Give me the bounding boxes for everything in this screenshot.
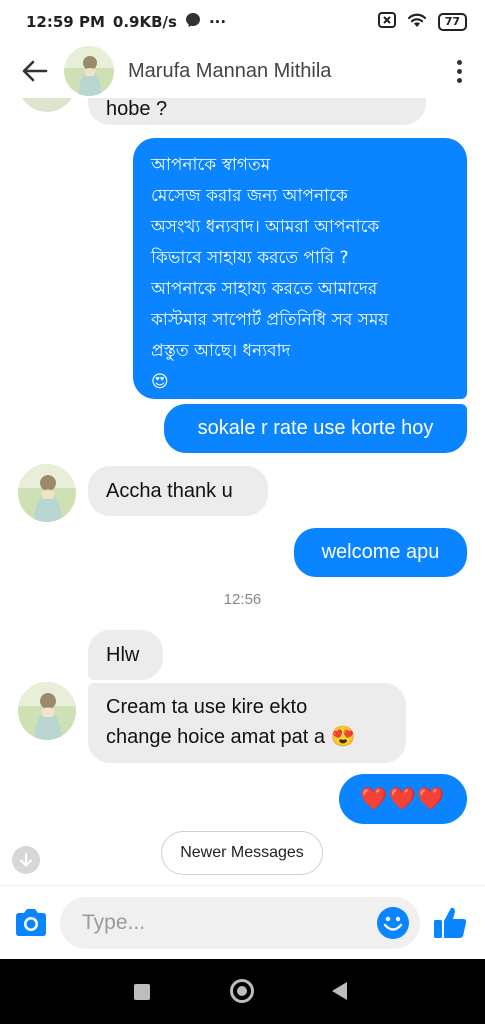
- message-bubble-outgoing-welcome[interactable]: আপনাকে স্বাগতম মেসেজ করার জন্য আপনাকে অস…: [133, 138, 467, 399]
- contact-name[interactable]: Marufa Mannan Mithila: [128, 60, 331, 83]
- contact-avatar[interactable]: [64, 46, 114, 96]
- back-triangle-icon[interactable]: [332, 982, 347, 1000]
- recent-apps-icon[interactable]: [134, 984, 150, 1000]
- more-vertical-icon[interactable]: [449, 56, 469, 86]
- message-text: Accha thank u: [106, 479, 233, 502]
- newer-messages-button[interactable]: Newer Messages: [161, 831, 323, 875]
- message-composer: [0, 885, 485, 960]
- status-bar: 12:59 PM 0.9KB/s ··· 77: [0, 0, 485, 44]
- message-bubble-incoming[interactable]: Accha thank u: [88, 466, 268, 516]
- system-navigation-bar: [0, 959, 485, 1024]
- thumbs-up-icon[interactable]: [430, 903, 470, 943]
- no-sim-icon: [377, 12, 396, 32]
- status-time: 12:59 PM: [26, 13, 105, 31]
- camera-icon[interactable]: [12, 904, 50, 942]
- message-text: Hlw: [106, 643, 140, 666]
- message-input-wrapper: [60, 897, 420, 949]
- battery-indicator: 77: [437, 13, 467, 31]
- message-bubble-outgoing[interactable]: welcome apu: [294, 528, 467, 577]
- network-speed: 0.9KB/s: [112, 13, 177, 31]
- back-arrow-icon[interactable]: [18, 54, 52, 88]
- contact-avatar-small[interactable]: [18, 464, 76, 522]
- message-bubble-outgoing-hearts[interactable]: ❤️❤️❤️: [339, 774, 467, 824]
- message-bubble-incoming[interactable]: Cream ta use kire ekto change hoice amat…: [88, 683, 406, 763]
- message-timestamp: 12:56: [223, 591, 262, 608]
- message-text: hobe ?: [106, 98, 168, 120]
- more-notifications: ···: [208, 13, 227, 31]
- contact-avatar-small[interactable]: [18, 682, 76, 740]
- message-text: ❤️❤️❤️: [360, 786, 446, 811]
- message-list[interactable]: hobe ? আপনাকে স্বাগতম মেসেজ করার জন্য আপ…: [0, 98, 485, 885]
- message-text: welcome apu: [321, 541, 440, 563]
- message-bubble-outgoing[interactable]: sokale r rate use korte hoy: [164, 404, 467, 453]
- conversation-header: Marufa Mannan Mithila: [0, 44, 485, 98]
- message-text-line-2: change hoice amat pat a 😍: [106, 726, 356, 748]
- emoji-icon[interactable]: [376, 906, 410, 940]
- wifi-icon: [406, 12, 428, 32]
- contact-avatar-small: [18, 98, 76, 112]
- message-text-line-1: Cream ta use kire ekto: [106, 696, 308, 718]
- messenger-notification-icon: [185, 12, 201, 32]
- home-icon[interactable]: [230, 979, 254, 1003]
- message-input[interactable]: [80, 910, 364, 936]
- message-bubble-incoming[interactable]: Hlw: [88, 630, 163, 680]
- arrow-down-icon[interactable]: [12, 846, 40, 874]
- message-text: sokale r rate use korte hoy: [197, 417, 434, 439]
- message-bubble-incoming[interactable]: hobe ?: [88, 98, 426, 125]
